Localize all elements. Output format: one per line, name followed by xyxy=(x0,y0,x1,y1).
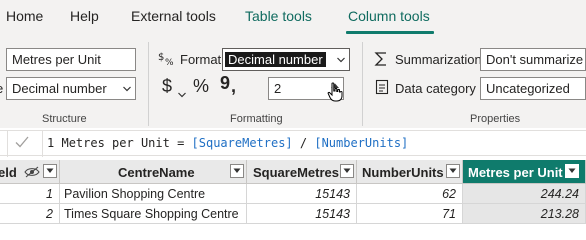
comma-style-dot: , xyxy=(231,76,237,96)
table-cell-squaremetres[interactable]: 15143 xyxy=(247,184,357,204)
summarization-dropdown[interactable]: Don't summarize xyxy=(480,48,586,71)
hand-cursor-icon xyxy=(327,82,343,105)
table-cell-squaremetres[interactable]: 15143 xyxy=(247,204,357,224)
tab-column-tools[interactable]: Column tools xyxy=(348,8,430,24)
tab-table-tools[interactable]: Table tools xyxy=(245,8,312,24)
ribbon-tab-bar: Home Help External tools Table tools Col… xyxy=(0,0,586,36)
formula-bar: 1 Metres per Unit = [SquareMetres] / [Nu… xyxy=(0,130,586,157)
summarization-value: Don't summarize xyxy=(486,52,584,67)
data-category-value: Uncategorized xyxy=(486,81,570,96)
chevron-down-icon xyxy=(337,56,345,64)
table-cell-centrename[interactable]: Times Square Shopping Centre xyxy=(60,204,247,224)
column-header-label: SquareMetres xyxy=(253,165,339,180)
structure-group-label: Structure xyxy=(42,113,87,125)
column-name-value: Metres per Unit xyxy=(12,52,101,67)
column-header-label: NumberUnits xyxy=(362,165,444,180)
data-category-dropdown[interactable]: Uncategorized xyxy=(480,77,586,100)
group-separator xyxy=(362,42,363,126)
column-name-field[interactable]: Metres per Unit xyxy=(6,48,136,71)
active-tab-indicator xyxy=(346,31,434,34)
formula-operator: / xyxy=(292,136,315,150)
datatype-value: Decimal number xyxy=(12,81,107,96)
filter-dropdown-button[interactable] xyxy=(230,164,244,178)
table-cell-id[interactable]: 1 xyxy=(0,184,60,204)
partial-header-text: eld xyxy=(0,165,17,180)
data-grid: eld CentreName SquareMetres NumberUnits … xyxy=(0,160,586,226)
filter-dropdown-button[interactable] xyxy=(446,164,460,178)
group-separator xyxy=(148,42,149,126)
table-cell-centrename[interactable]: Pavilion Shopping Centre xyxy=(60,184,247,204)
chevron-down-icon xyxy=(123,85,131,93)
svg-text:$: $ xyxy=(158,52,164,63)
data-category-icon xyxy=(375,79,389,98)
properties-group-label: Properties xyxy=(470,113,521,125)
format-label: Format xyxy=(180,52,222,67)
column-header-numberunits[interactable]: NumberUnits xyxy=(357,160,463,184)
comma-style-button[interactable]: 9 xyxy=(220,73,230,94)
column-header-centrename[interactable]: CentreName xyxy=(60,160,247,184)
table-cell-metres-per-unit[interactable]: 213.28 xyxy=(463,204,586,224)
filter-dropdown-button[interactable] xyxy=(565,164,579,178)
tab-external-tools[interactable]: External tools xyxy=(131,8,216,24)
formula-text: Metres per Unit = xyxy=(61,136,192,150)
filter-dropdown-button[interactable] xyxy=(43,164,57,178)
hidden-eye-icon xyxy=(24,166,40,181)
table-cell-metres-per-unit[interactable]: 244.24 xyxy=(463,184,586,204)
datatype-label-partial: e xyxy=(0,81,3,96)
formula-bar-cancel[interactable] xyxy=(0,131,8,157)
column-header-partial[interactable]: eld xyxy=(0,160,60,184)
percent-button[interactable]: % xyxy=(193,76,209,97)
formula-ref-numberunits: [NumberUnits] xyxy=(314,136,409,150)
formula-ref-squaremetres: [SquareMetres] xyxy=(191,136,293,150)
datatype-dropdown[interactable]: Decimal number xyxy=(6,77,136,100)
decimal-places-value: 2 xyxy=(274,81,282,96)
formatting-group-label: Formatting xyxy=(230,113,283,125)
chevron-down-icon[interactable] xyxy=(178,86,186,101)
divider xyxy=(42,131,43,157)
format-value: Decimal number xyxy=(225,52,326,67)
column-header-label: Metres per Unit xyxy=(468,165,563,180)
currency-button[interactable]: $ xyxy=(162,76,172,97)
svg-text:%: % xyxy=(165,58,174,66)
format-dropdown[interactable]: Decimal number xyxy=(222,48,350,71)
check-icon[interactable] xyxy=(14,134,30,153)
formula-input[interactable]: 1 Metres per Unit = [SquareMetres] / [Nu… xyxy=(47,136,408,150)
tab-home[interactable]: Home xyxy=(6,8,43,24)
table-cell-id[interactable]: 2 xyxy=(0,204,60,224)
filter-dropdown-button[interactable] xyxy=(340,164,354,178)
ribbon-body: Metres per Unit e Decimal number Structu… xyxy=(0,36,586,128)
sigma-icon xyxy=(374,51,388,70)
column-header-metres-per-unit[interactable]: Metres per Unit xyxy=(463,160,586,184)
column-header-label: CentreName xyxy=(118,165,195,180)
data-category-label: Data category xyxy=(395,81,476,96)
formula-line-number: 1 xyxy=(47,136,55,150)
table-cell-numberunits[interactable]: 62 xyxy=(357,184,463,204)
format-icon: $ % xyxy=(158,50,176,69)
column-header-squaremetres[interactable]: SquareMetres xyxy=(247,160,357,184)
table-cell-numberunits[interactable]: 71 xyxy=(357,204,463,224)
tab-help[interactable]: Help xyxy=(70,8,99,24)
summarization-label: Summarization xyxy=(395,52,482,67)
